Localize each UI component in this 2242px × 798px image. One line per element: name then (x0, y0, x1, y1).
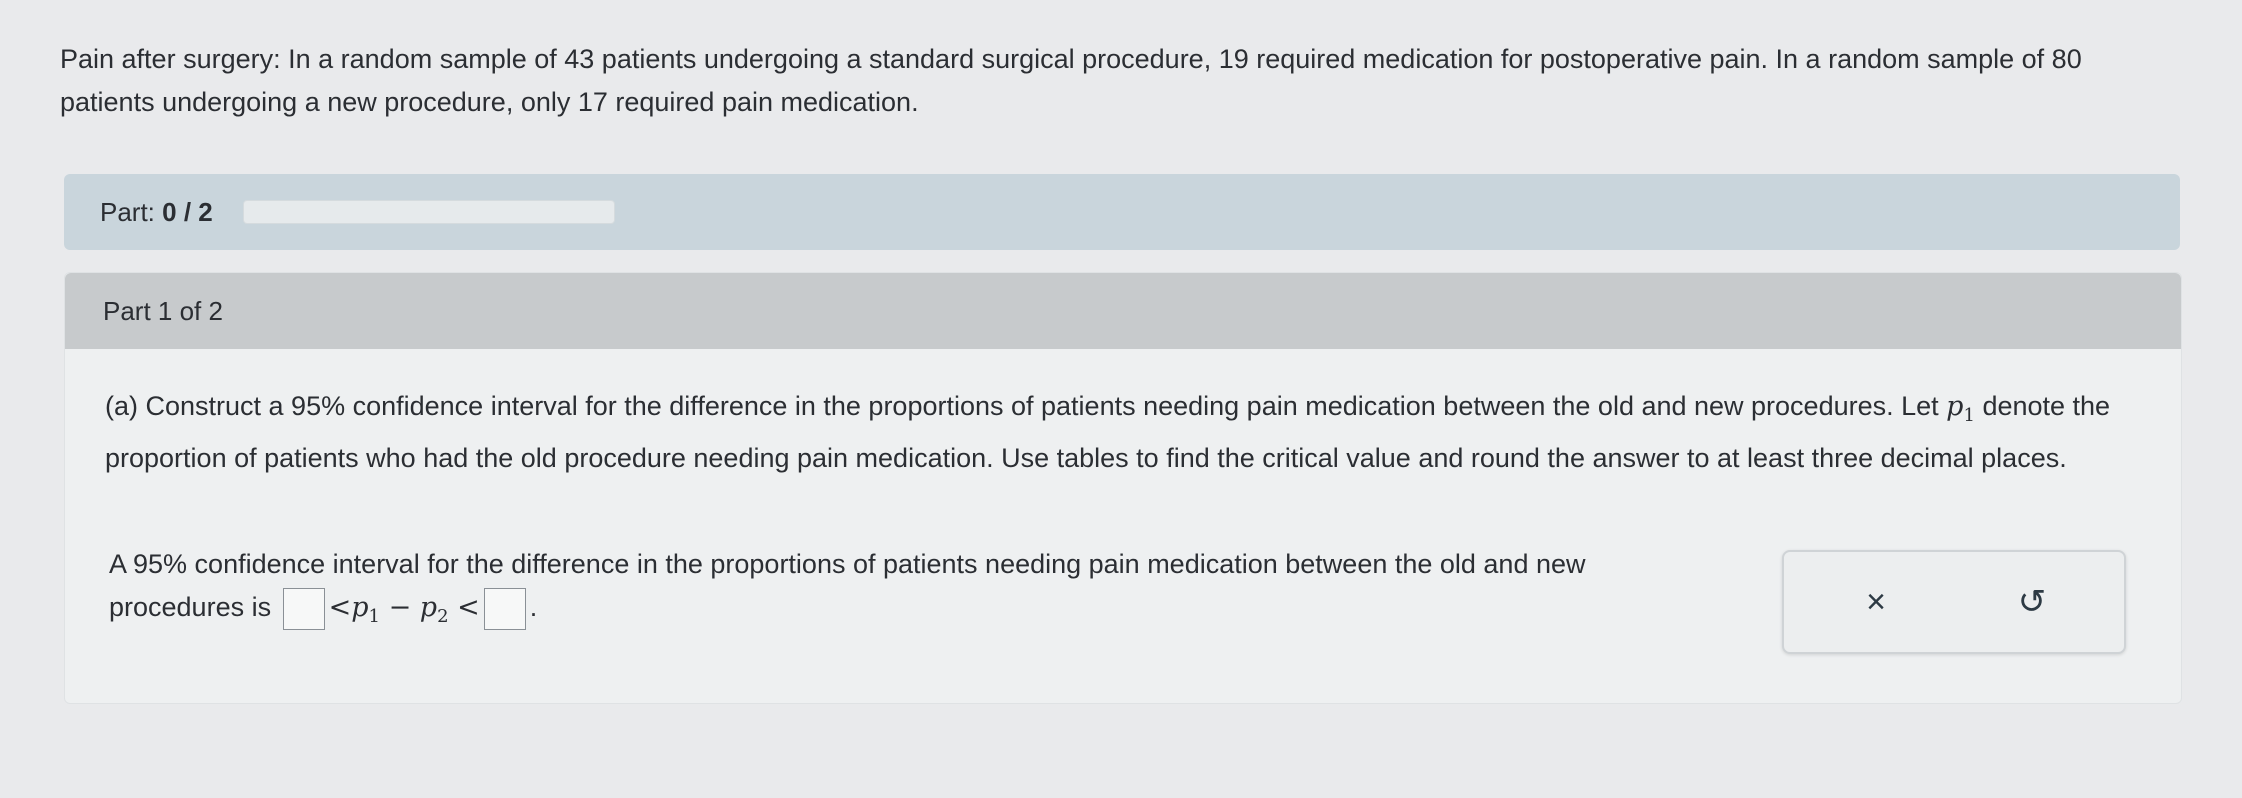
inequality-expression: <p1 − p2 < (328, 592, 480, 627)
problem-text: In a random sample of 43 patients underg… (60, 44, 2082, 117)
answer-tools: × ↺ (1782, 550, 2126, 654)
upper-bound-input[interactable] (483, 587, 526, 630)
close-icon[interactable]: × (1854, 580, 1898, 624)
lower-bound-input[interactable] (282, 587, 325, 630)
progress-bar-container: Part: 0 / 2 (64, 174, 2180, 250)
p1-symbol: p1 (1946, 391, 1975, 426)
answer-statement: A 95% confidence interval for the differ… (109, 543, 1809, 638)
undo-icon[interactable]: ↺ (2010, 580, 2054, 624)
question-text: (a) Construct a 95% confidence interval … (105, 391, 2111, 473)
progress-track (242, 200, 615, 224)
part-header: Part 1 of 2 (65, 273, 2181, 349)
problem-statement: Pain after surgery: In a random sample o… (60, 38, 2180, 124)
progress-value: 0 / 2 (162, 196, 213, 227)
part-header-label: Part 1 of 2 (103, 295, 223, 326)
problem-lead: Pain after surgery: (60, 44, 281, 74)
progress-label: Part: 0 / 2 (100, 196, 213, 227)
